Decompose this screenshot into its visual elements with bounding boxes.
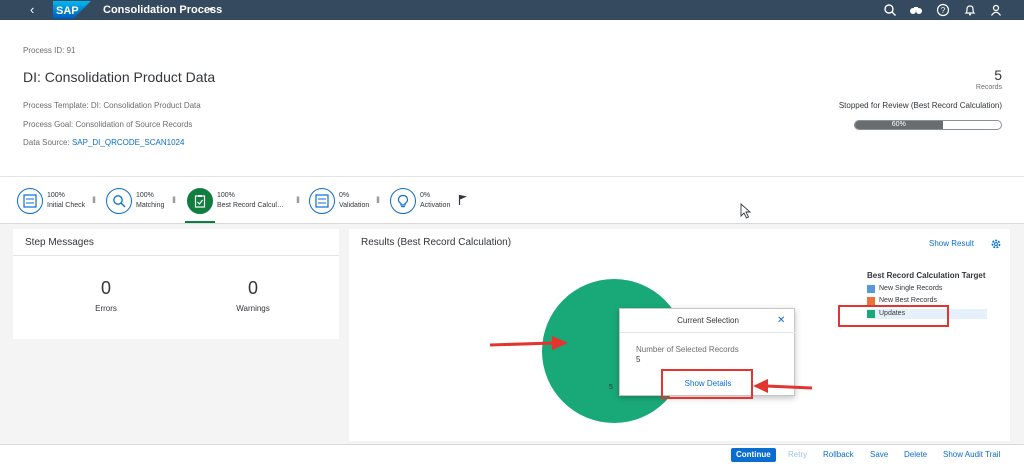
selected-records-value: 5 [636, 355, 641, 364]
legend-item-new-single-records[interactable]: New Single Records [867, 284, 987, 294]
mouse-cursor-icon [740, 203, 752, 219]
continue-button[interactable]: Continue [731, 448, 776, 462]
checklist-icon [315, 194, 329, 208]
legend-swatch [867, 285, 875, 293]
app-title[interactable]: Consolidation Process [103, 3, 222, 17]
shell-bar: ‹ SAP Consolidation Process ▾ ? [0, 0, 1024, 20]
progress-text: 60% [891, 121, 906, 128]
records-count: 5 [994, 67, 1002, 83]
active-step-indicator [185, 221, 215, 223]
legend-label: New Single Records [879, 285, 943, 292]
step-percent: 100% [217, 192, 235, 199]
clipboard-icon [194, 195, 206, 208]
step-percent: 0% [339, 192, 350, 199]
errors-count[interactable]: 0 [66, 278, 146, 298]
show-audit-trail-button[interactable]: Show Audit Trail [943, 448, 1000, 462]
magnifier-icon [113, 195, 126, 208]
selected-records-label: Number of Selected Records [636, 345, 739, 354]
step-circle [309, 188, 335, 214]
step-circle [390, 188, 416, 214]
back-chevron-icon[interactable]: ‹ [30, 2, 34, 18]
process-template: Process Template: DI: Consolidation Prod… [23, 101, 201, 110]
footer-toolbar: Continue Retry Rollback Save Delete Show… [0, 444, 1024, 464]
step-messages-title: Step Messages [25, 237, 94, 248]
step-separator: II [92, 195, 96, 205]
step-circle [17, 188, 43, 214]
process-id: Process ID: 91 [23, 46, 76, 55]
step-label: Matching [136, 202, 165, 209]
data-source-label: Data Source: [23, 138, 70, 147]
step-separator: II [172, 195, 176, 205]
legend-swatch [867, 297, 875, 305]
legend-title: Best Record Calculation Target [867, 271, 986, 280]
records-label: Records [975, 84, 1002, 91]
annotation-box-show-details [661, 369, 753, 399]
chevron-down-icon[interactable]: ▾ [209, 3, 213, 17]
step-label: Activation [420, 202, 451, 209]
annotation-arrow-right [489, 336, 568, 350]
divider [13, 255, 339, 256]
process-goal: Process Goal: Consolidation of Source Re… [23, 120, 193, 129]
divider [620, 332, 796, 333]
svg-text:SAP: SAP [56, 5, 79, 17]
delete-button[interactable]: Delete [904, 448, 927, 462]
step-circle [106, 188, 132, 214]
process-step-bar: 100% Initial Check II 100% Matching II 1… [0, 176, 1024, 224]
retry-button[interactable]: Retry [788, 448, 807, 462]
warnings-label: Warnings [236, 304, 270, 313]
data-source: Data Source: SAP_DI_QRCODE_SCAN1024 [23, 138, 184, 148]
user-icon[interactable] [989, 3, 1003, 17]
flag-icon [458, 195, 467, 205]
rollback-button[interactable]: Rollback [823, 448, 854, 462]
step-circle [187, 188, 213, 214]
search-icon[interactable] [883, 3, 897, 17]
step-separator: II [376, 195, 380, 205]
checklist-icon [23, 194, 37, 208]
annotation-box-updates [838, 305, 949, 327]
bell-icon[interactable] [963, 3, 977, 17]
gear-icon[interactable] [990, 238, 1002, 250]
svg-text:?: ? [941, 6, 946, 15]
popover-title: Current Selection [677, 316, 739, 325]
pie-data-label: 5 [609, 384, 613, 391]
step-messages-panel: Step Messages 0 Errors 0 Warnings [13, 229, 339, 339]
warnings-count[interactable]: 0 [213, 278, 293, 298]
show-result-link[interactable]: Show Result [929, 239, 974, 249]
binoculars-icon[interactable] [909, 3, 923, 17]
step-percent: 0% [420, 192, 431, 199]
help-icon[interactable]: ? [936, 3, 950, 17]
step-label: Initial Check [47, 202, 86, 209]
object-header: Process ID: 91 DI: Consolidation Product… [0, 20, 1024, 176]
sap-logo[interactable]: SAP [53, 1, 91, 19]
step-label: Validation [339, 202, 370, 209]
step-percent: 100% [136, 192, 154, 199]
results-title: Results (Best Record Calculation) [361, 237, 512, 248]
errors-label: Errors [95, 304, 117, 313]
lightbulb-icon [397, 194, 409, 208]
data-source-link[interactable]: SAP_DI_QRCODE_SCAN1024 [72, 138, 185, 147]
step-separator: II [296, 195, 300, 205]
save-button[interactable]: Save [870, 448, 888, 462]
step-percent: 100% [47, 192, 65, 199]
annotation-arrow-left [753, 379, 813, 393]
step-label: Best Record Calcul… [217, 202, 284, 209]
page-title: DI: Consolidation Product Data [23, 69, 216, 85]
process-status: Stopped for Review (Best Record Calculat… [838, 101, 1002, 110]
process-progress-bar: 60% [854, 120, 1002, 130]
close-icon[interactable]: ✕ [777, 315, 785, 327]
